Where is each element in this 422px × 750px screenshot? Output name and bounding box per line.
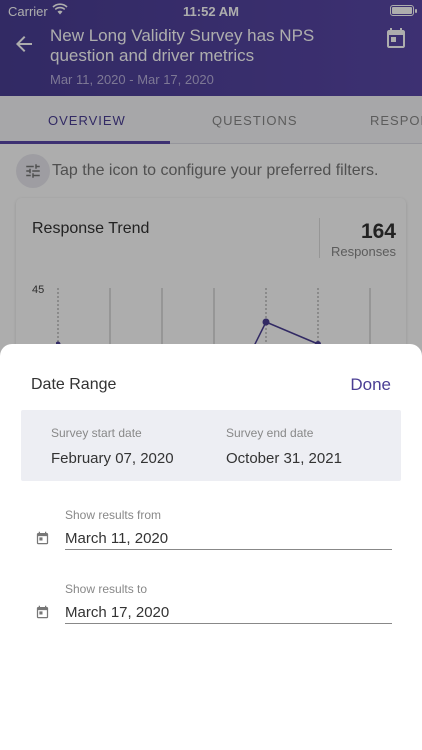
sheet-title: Date Range (31, 376, 117, 393)
from-field-underline (65, 549, 392, 550)
calendar-from-icon (36, 531, 49, 545)
survey-start-value: February 07, 2020 (51, 450, 174, 467)
from-date-field[interactable]: March 11, 2020 (65, 530, 168, 547)
survey-start-label: Survey start date (51, 426, 142, 440)
done-button[interactable]: Done (350, 375, 391, 395)
to-date-field[interactable]: March 17, 2020 (65, 604, 169, 621)
to-field-underline (65, 623, 392, 624)
calendar-to-icon (36, 605, 49, 619)
survey-dates-box: Survey start date February 07, 2020 Surv… (21, 410, 401, 481)
survey-end-label: Survey end date (226, 426, 314, 440)
date-range-sheet: Date Range Done Survey start date Februa… (0, 344, 422, 750)
from-label: Show results from (65, 508, 162, 522)
to-label: Show results to (65, 582, 148, 596)
survey-end-value: October 31, 2021 (226, 450, 342, 467)
